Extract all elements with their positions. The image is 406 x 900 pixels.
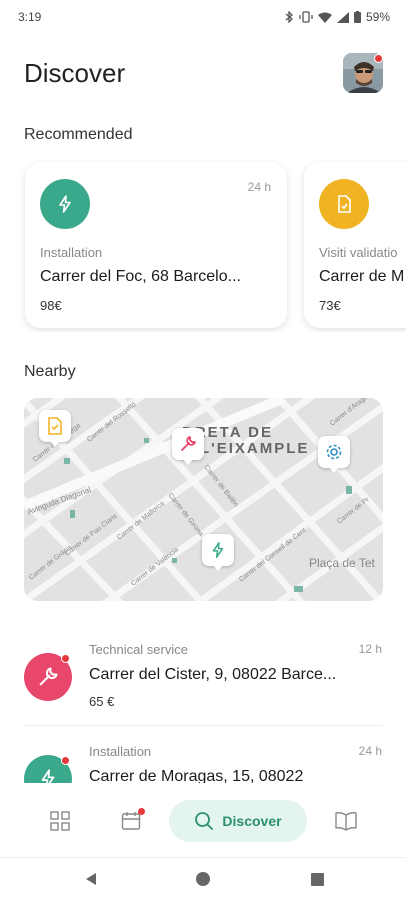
list-item-type: Installation <box>89 744 152 759</box>
card-type: Visiti validatio <box>319 245 398 260</box>
list-item[interactable]: Technical service 12 h Carrer del Cister… <box>0 622 406 725</box>
wifi-icon <box>317 12 332 23</box>
card-time: 24 h <box>247 180 271 194</box>
card-address: Carrer del Foc, 68 Barcelo... <box>40 268 241 285</box>
system-nav-bar <box>0 857 406 900</box>
bluetooth-icon <box>285 11 293 23</box>
book-icon <box>335 812 357 831</box>
recommended-carousel[interactable]: 24 h Installation Carrer del Foc, 68 Bar… <box>0 160 406 332</box>
list-item-address: Carrer del Cister, 9, 08022 Barce... <box>89 666 337 683</box>
map-pin-bolt[interactable] <box>202 534 234 571</box>
list-item-address: Carrer de Moragas, 15, 08022 <box>89 768 304 783</box>
notification-dot <box>138 808 145 815</box>
recents-button[interactable] <box>308 870 326 888</box>
vibrate-icon <box>299 11 313 23</box>
recommended-card[interactable]: Visiti validatio Carrer de M 73€ <box>304 162 406 328</box>
notification-dot <box>61 654 70 663</box>
bolt-icon <box>212 542 224 558</box>
nav-grid[interactable] <box>40 801 80 841</box>
list-item-time: 12 h <box>358 642 382 656</box>
battery-icon <box>353 11 361 23</box>
recommended-card[interactable]: 24 h Installation Carrer del Foc, 68 Bar… <box>25 162 287 328</box>
map-pin-gear[interactable] <box>318 436 350 473</box>
back-button[interactable] <box>82 870 100 888</box>
document-check-icon <box>48 417 62 435</box>
signal-icon <box>336 11 349 23</box>
back-triangle-icon <box>86 873 96 885</box>
list-item[interactable]: Installation 24 h Carrer de Moragas, 15,… <box>0 725 406 783</box>
status-bar: 3:19 59% <box>0 0 406 34</box>
nav-discover-label: Discover <box>222 813 282 829</box>
list-item-time: 24 h <box>358 744 382 758</box>
bottom-nav: Discover <box>0 783 406 857</box>
map-pin-wrench[interactable] <box>172 428 204 465</box>
home-circle-icon <box>196 872 210 886</box>
map-district-label: L'EIXAMPLE <box>200 440 310 457</box>
notification-dot <box>61 756 70 765</box>
map-pin-document[interactable] <box>39 410 71 447</box>
card-type: Installation <box>40 245 103 260</box>
calendar-icon <box>121 812 141 830</box>
wrench-icon <box>181 436 196 451</box>
gear-icon <box>326 444 342 460</box>
status-icons: 59% <box>285 10 390 24</box>
map-place-label: Plaça de Tet <box>309 556 375 570</box>
card-price: 98€ <box>40 298 62 313</box>
card-address: Carrer de M <box>319 268 405 285</box>
nearby-map[interactable]: DRETA DE L'EIXAMPLE Plaça de Tet Carrer … <box>24 398 383 601</box>
nav-book[interactable] <box>326 801 366 841</box>
nav-discover[interactable]: Discover <box>169 800 307 842</box>
battery-level: 59% <box>365 10 390 24</box>
recommended-heading: Recommended <box>24 126 133 143</box>
home-button[interactable] <box>194 870 212 888</box>
bolt-icon <box>40 179 90 229</box>
status-time: 3:19 <box>18 10 42 24</box>
list-item-type: Technical service <box>89 642 188 657</box>
page-title: Discover <box>24 58 126 88</box>
recents-square-icon <box>310 872 324 886</box>
document-check-icon <box>319 179 369 229</box>
notification-dot <box>374 54 383 63</box>
nearby-heading: Nearby <box>24 363 76 380</box>
list-item-price: 65 € <box>89 694 115 709</box>
card-price: 73€ <box>319 298 341 313</box>
nav-calendar[interactable] <box>111 801 151 841</box>
search-icon <box>195 812 214 830</box>
grid-icon <box>50 811 70 831</box>
